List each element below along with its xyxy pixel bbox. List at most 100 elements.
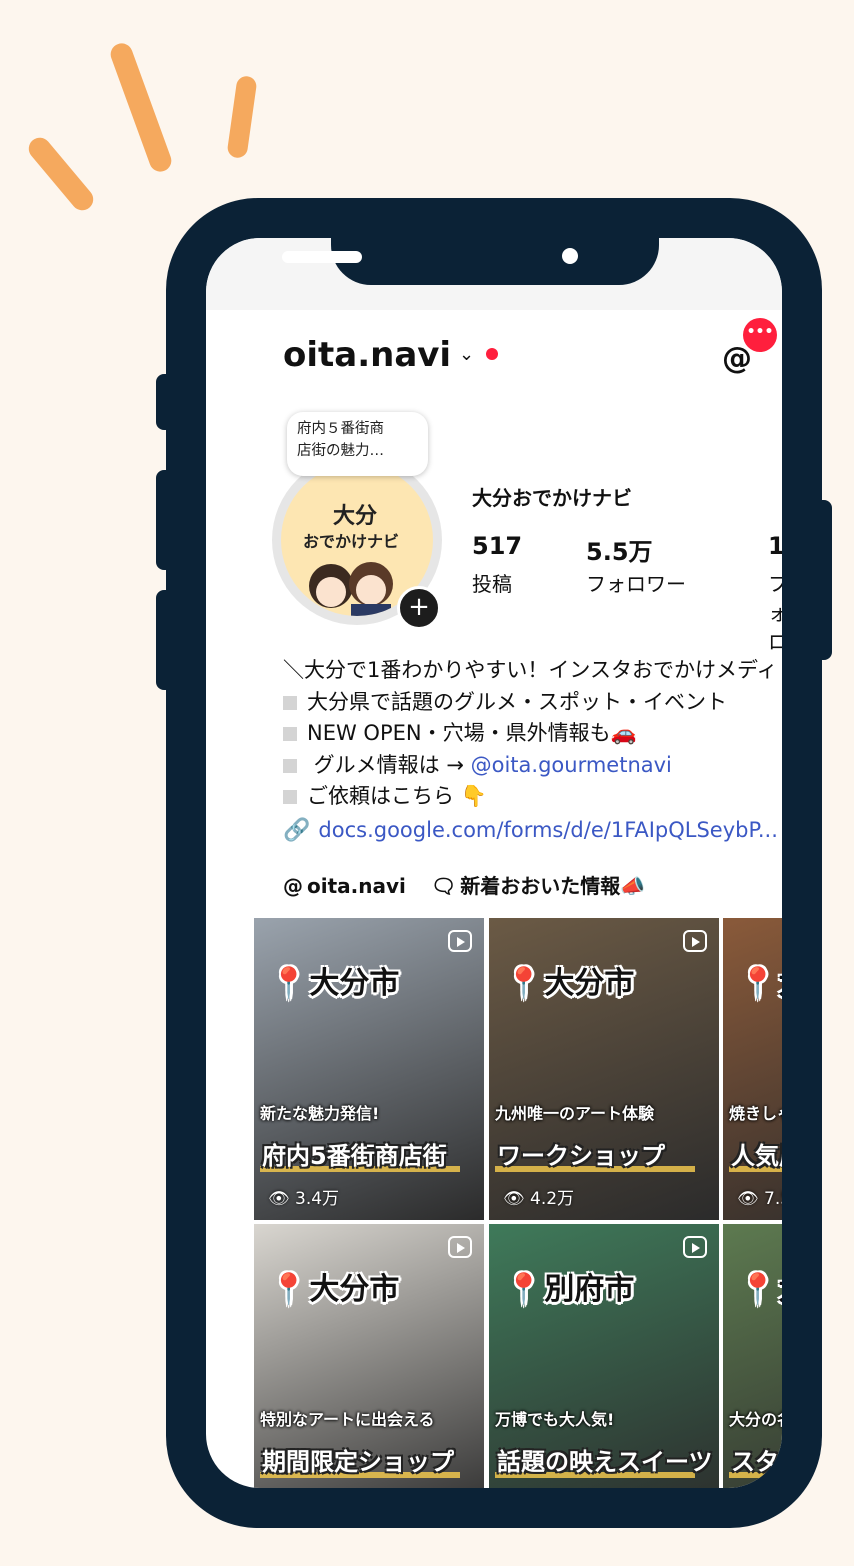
add-story-button[interactable]: +	[397, 586, 441, 630]
post-title: ワークショップ	[497, 1142, 665, 1170]
post-grid: 📍大分市 新たな魅力発信! 府内5番街商店街 👁 3.4万 📍大分市 九州唯一のアート体験…	[254, 918, 782, 1488]
post-subtitle: 九州唯一のアート体験	[495, 1104, 655, 1123]
post-subtitle: 特別なアートに出会える	[260, 1410, 435, 1429]
location-pin-icon: 📍	[505, 966, 543, 1001]
phone-notch	[331, 238, 659, 285]
followers-count[interactable]: 5.5万	[586, 532, 653, 567]
reel-icon	[448, 930, 472, 952]
chat-icon: 🗨	[430, 874, 457, 898]
reel-icon	[683, 930, 707, 952]
eye-icon: 👁	[737, 1189, 764, 1209]
post-tile[interactable]: 📍大分市特別なアートに出会える期間限定ショップ👁 2.2万	[254, 1224, 484, 1488]
following-label: フォロ	[768, 572, 782, 654]
avatar-subtitle: おでかけナビ	[303, 532, 400, 551]
post-location-text: 大分	[778, 966, 782, 1001]
display-name: 大分おでかけナビ	[472, 486, 632, 510]
post-location: 📍大分	[739, 1264, 782, 1308]
bio-line: グルメ情報は → @oita.gourmetnavi	[283, 750, 782, 782]
post-tile[interactable]: 📍大分市新たな魅力発信! 府内5番街商店街 👁 3.4万	[254, 918, 484, 1220]
topic-chip-label: 新着おおいた情報📣	[460, 874, 646, 898]
post-location-text: 別府市	[544, 1272, 635, 1307]
post-views: 👁 7.5万	[737, 1184, 782, 1209]
post-subtitle: 新たな魅力発信!	[260, 1104, 380, 1123]
post-tile[interactable]: 📍別府市万博でも大人気!話題の映えスイーツ👁 11.9万	[489, 1224, 719, 1488]
bio-line: ＼大分で1番わかりやすい！インスタおでかけメディ	[283, 658, 778, 682]
post-subtitle: 大分の名所	[729, 1410, 782, 1429]
post-location-text: 大分市	[544, 966, 635, 1001]
post-location: 📍大分市	[270, 1264, 399, 1308]
notification-dot	[486, 348, 498, 360]
profile-page: oita.navi ⌄ @ ••• 府内５番街商 店街の魅力… 大分 おでかけナ…	[246, 310, 782, 1488]
posts-label: 投稿	[472, 572, 512, 596]
profile-chips: @ oita.navi 🗨 新着おおいた情報📣	[283, 870, 645, 899]
decoration-stroke	[226, 75, 258, 159]
post-title: 人気居	[731, 1142, 782, 1170]
threads-chip[interactable]: @ oita.navi	[283, 874, 406, 898]
location-pin-icon: 📍	[739, 966, 777, 1001]
post-tile[interactable]: 📍大分焼きしゃぶが人気居 👁 7.5万	[723, 918, 782, 1220]
phone-frame: oita.navi ⌄ @ ••• 府内５番街商 店街の魅力… 大分 おでかけナ…	[166, 198, 822, 1528]
bio-text: グルメ情報は →	[307, 752, 471, 777]
profile-bio: ＼大分で1番わかりやすい！インスタおでかけメディ 大分県で話題のグルメ・スポット…	[283, 655, 782, 813]
topic-chip[interactable]: 🗨 新着おおいた情報📣	[431, 874, 645, 898]
post-tile[interactable]: 📍大分市九州唯一のアート体験ワークショップ 👁 4.2万	[489, 918, 719, 1220]
note-line: 店街の魅力…	[297, 443, 384, 459]
following-count[interactable]: 1,44	[768, 532, 782, 560]
phone-camera	[562, 248, 578, 264]
profile-link[interactable]: 🔗 docs.google.com/forms/d/e/1FAIpQLSeybP.…	[283, 818, 778, 843]
post-views-count: 7.5万	[764, 1189, 782, 1209]
post-views-count: 3.4万	[295, 1189, 340, 1209]
profile-link-text: docs.google.com/forms/d/e/1FAIpQLSeybP..…	[318, 818, 778, 842]
phone-speaker	[282, 251, 362, 263]
bio-mention-link[interactable]: @oita.gourmetnavi	[471, 753, 672, 777]
profile-note[interactable]: 府内５番街商 店街の魅力…	[287, 412, 428, 476]
followers-label: フォロワー	[586, 572, 686, 596]
posts-count[interactable]: 517	[472, 532, 522, 560]
link-icon: 🔗	[283, 818, 311, 843]
chevron-down-icon[interactable]: ⌄	[459, 344, 474, 365]
post-title: 期間限定ショップ	[262, 1448, 454, 1476]
reel-icon	[448, 1236, 472, 1258]
post-location-text: 大分	[778, 1272, 782, 1307]
bio-line: ご依頼はこちら 👇	[283, 781, 782, 813]
phone-screen: oita.navi ⌄ @ ••• 府内５番街商 店街の魅力… 大分 おでかけナ…	[206, 238, 782, 1488]
post-views-count: 4.2万	[530, 1189, 575, 1209]
post-location-text: 大分市	[309, 966, 400, 1001]
post-location: 📍別府市	[505, 1264, 634, 1308]
bio-text: NEW OPEN・穴場・県外情報も🚗	[307, 721, 637, 745]
bio-line: 大分県で話題のグルメ・スポット・イベント	[283, 687, 782, 719]
post-title: 話題の映えスイーツ	[497, 1448, 713, 1476]
decoration-stroke	[24, 133, 98, 215]
post-tile[interactable]: 📍大分大分の名所スタン👁 3.1万	[723, 1224, 782, 1488]
post-title: 府内5番街商店街	[262, 1142, 447, 1170]
post-title: スタン	[731, 1448, 782, 1476]
reel-icon	[683, 1236, 707, 1258]
bullet-square	[283, 695, 297, 710]
note-line: 府内５番街商	[297, 421, 384, 437]
eye-icon: 👁	[503, 1189, 530, 1209]
post-views: 👁 4.2万	[503, 1184, 574, 1209]
profile-username[interactable]: oita.navi	[283, 335, 451, 375]
post-location: 📍大分	[739, 958, 782, 1002]
threads-badge: •••	[743, 318, 777, 352]
bullet-square	[283, 790, 297, 804]
post-location: 📍大分市	[270, 958, 399, 1002]
threads-chip-label: oita.navi	[307, 874, 406, 898]
bio-line: NEW OPEN・穴場・県外情報も🚗	[283, 718, 782, 750]
bio-text: 大分県で話題のグルメ・スポット・イベント	[307, 689, 727, 714]
bullet-square	[283, 727, 297, 741]
decoration-stroke	[107, 40, 175, 175]
bio-text: ご依頼はこちら 👇	[307, 784, 487, 808]
post-subtitle: 焼きしゃぶが	[729, 1104, 782, 1123]
post-subtitle: 万博でも大人気!	[495, 1410, 615, 1429]
post-location: 📍大分市	[505, 958, 634, 1002]
bullet-square	[283, 758, 297, 773]
avatar-title: 大分	[333, 504, 378, 529]
location-pin-icon: 📍	[270, 966, 308, 1001]
eye-icon: 👁	[268, 1189, 295, 1209]
location-pin-icon: 📍	[270, 1272, 308, 1307]
post-views: 👁 3.4万	[268, 1184, 339, 1209]
threads-icon: @	[283, 874, 303, 898]
post-location-text: 大分市	[309, 1272, 400, 1307]
location-pin-icon: 📍	[739, 1272, 777, 1307]
